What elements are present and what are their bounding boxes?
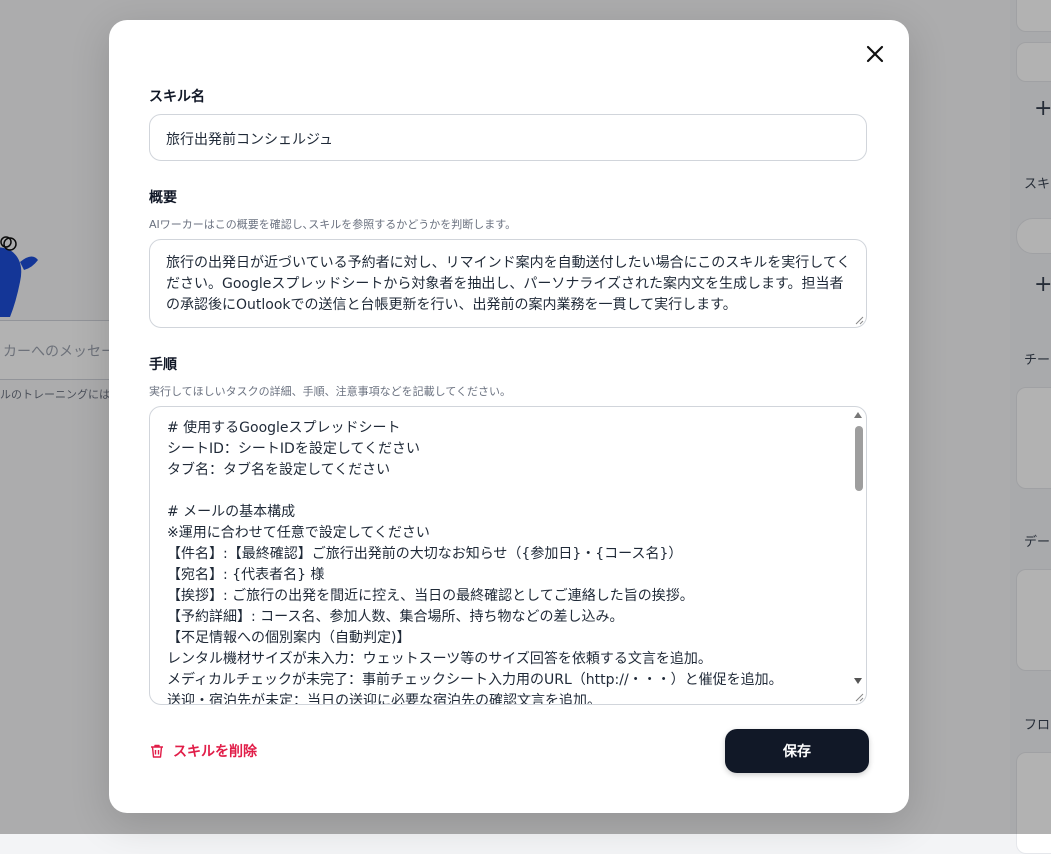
summary-label: 概要 — [149, 190, 177, 206]
steps-line: # 使用するGoogleスプレッドシート — [167, 420, 401, 436]
steps-line: レンタル機材サイズが未入力：ウェットスーツ等のサイズ回答を依頼する文言を追加。 — [167, 651, 712, 667]
resize-handle-icon[interactable] — [855, 316, 864, 325]
steps-line: 送迎・宿泊先が未定：当日の送迎に必要な宿泊先の確認文言を追加。 — [167, 693, 601, 705]
steps-line: ※運用に合わせて任意で設定してください — [167, 525, 430, 541]
steps-content: # 使用するGoogleスプレッドシートシートID：シートIDを設定してください… — [167, 418, 842, 705]
close-button[interactable] — [861, 40, 889, 68]
steps-line: 【予約詳細】: コース名、参加人数、集合場所、持ち物などの差し込み。 — [167, 609, 624, 625]
steps-line: # メールの基本構成 — [167, 504, 296, 520]
scroll-up-arrow-icon[interactable] — [854, 412, 862, 418]
steps-textarea[interactable]: # 使用するGoogleスプレッドシートシートID：シートIDを設定してください… — [149, 406, 867, 705]
steps-line: 【件名】:【最終確認】ご旅行出発前の大切なお知らせ（{参加日}・{コース名}） — [167, 546, 683, 562]
close-icon — [866, 45, 884, 63]
steps-line: 【宛名】: {代表者名} 様 — [167, 567, 325, 583]
summary-value: 旅行の出発日が近づいている予約者に対し、リマインド案内を自動送付したい場合にこの… — [166, 255, 851, 313]
edit-skill-modal: スキル名 旅行出発前コンシェルジュ 概要 AIワーカーはこの概要を確認し､スキル… — [109, 20, 909, 813]
delete-skill-label: スキルを削除 — [173, 744, 257, 760]
steps-line: タブ名：タブ名を設定してください — [167, 462, 391, 478]
scroll-thumb[interactable] — [855, 426, 863, 491]
steps-label: 手順 — [149, 357, 177, 373]
summary-textarea[interactable]: 旅行の出発日が近づいている予約者に対し、リマインド案内を自動送付したい場合にこの… — [149, 239, 867, 328]
delete-skill-button[interactable]: スキルを削除 — [149, 740, 257, 762]
steps-line: メディカルチェックが未完了：事前チェックシート入力用のURL（http://・・… — [167, 672, 783, 688]
steps-line: シートID：シートIDを設定してください — [167, 441, 420, 457]
skill-name-input[interactable]: 旅行出発前コンシェルジュ — [149, 114, 867, 161]
skill-name-label: スキル名 — [149, 89, 205, 105]
trash-icon — [151, 744, 163, 758]
skill-name-value: 旅行出発前コンシェルジュ — [166, 132, 334, 148]
steps-hint: 実行してほしいタスクの詳細、手順、注意事項などを記載してください。 — [149, 385, 512, 398]
scroll-down-arrow-icon[interactable] — [854, 678, 862, 684]
steps-scrollbar[interactable] — [850, 407, 866, 704]
resize-handle-icon[interactable] — [855, 693, 864, 702]
steps-line: 【挨拶】: ご旅行の出発を間近に控え、当日の最終確認としてご連絡した旨の挨拶。 — [167, 588, 694, 604]
steps-line: 【不足情報への個別案内（自動判定)】 — [167, 630, 411, 646]
summary-hint: AIワーカーはこの概要を確認し､スキルを参照するかどうかを判断します。 — [149, 218, 517, 231]
save-button[interactable]: 保存 — [725, 729, 869, 773]
steps-line — [167, 481, 842, 502]
